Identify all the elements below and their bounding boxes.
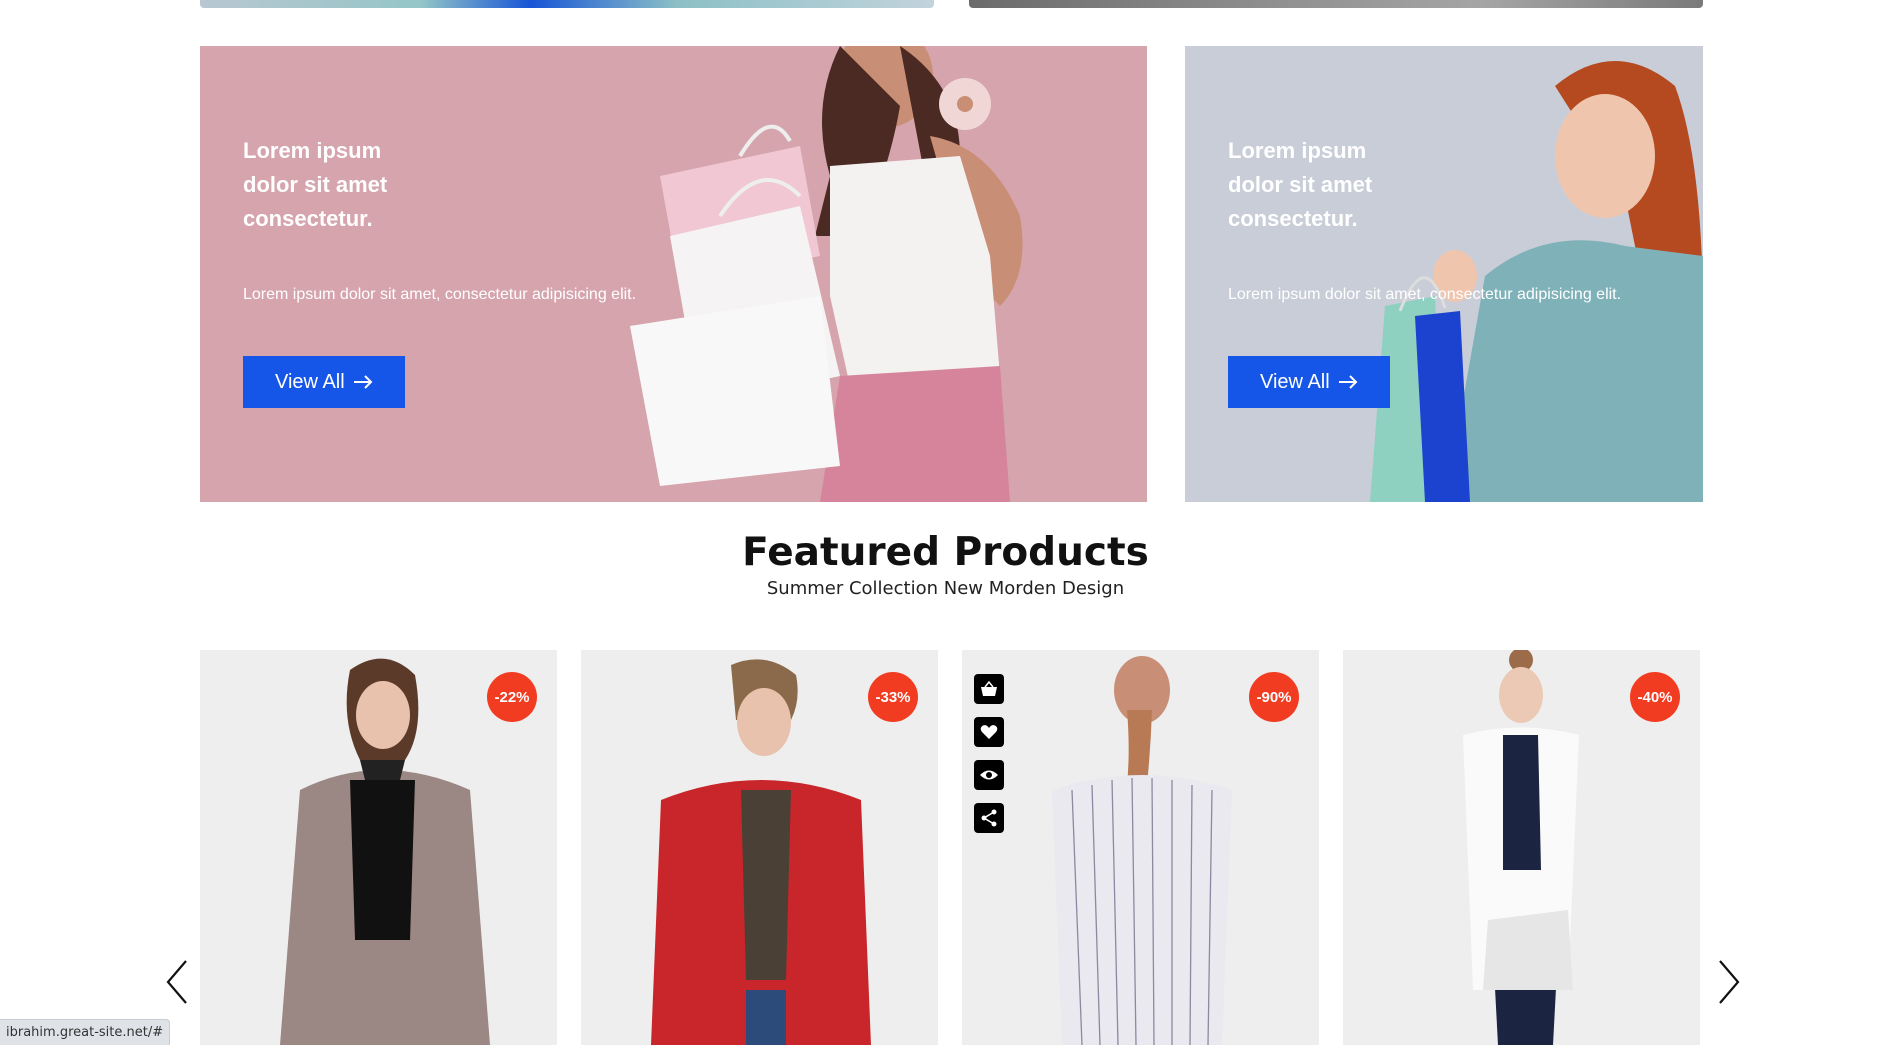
banner-text-block: Lorem ipsum dolor sit amet consectetur. … (243, 134, 636, 408)
banner-description: Lorem ipsum dolor sit amet, consectetur … (243, 286, 637, 303)
banner-title: Lorem ipsum dolor sit amet consectetur. (1228, 138, 1373, 231)
product-card[interactable]: -33% (581, 650, 938, 1045)
carousel-next-arrow[interactable] (1712, 955, 1746, 1009)
product-card[interactable]: -22% (200, 650, 557, 1045)
view-all-button[interactable]: View All (243, 356, 405, 408)
product-card[interactable]: -40% (1343, 650, 1700, 1045)
banner-description: Lorem ipsum dolor sit amet, consectetur … (1228, 286, 1622, 303)
product-card[interactable]: -90% (962, 650, 1319, 1045)
discount-badge: -40% (1630, 672, 1680, 722)
eye-icon[interactable] (974, 760, 1004, 790)
discount-badge: -90% (1249, 672, 1299, 722)
discount-badge: -22% (487, 672, 537, 722)
basket-icon[interactable] (974, 674, 1004, 704)
top-banner-image-left (200, 0, 934, 8)
product-actions (974, 674, 1004, 833)
top-banner-image-right (969, 0, 1703, 8)
promo-banner-pink: Lorem ipsum dolor sit amet consectetur. … (200, 46, 1147, 502)
arrow-right-icon (353, 375, 373, 389)
share-icon[interactable] (974, 803, 1004, 833)
section-title: Featured Products (742, 530, 1149, 575)
page: Lorem ipsum dolor sit amet consectetur. … (0, 0, 1891, 1045)
status-bar-url: ibrahim.great-site.net/# (0, 1019, 171, 1045)
view-all-label: View All (275, 370, 345, 393)
promo-banner-blue: Lorem ipsum dolor sit amet consectetur. … (1185, 46, 1703, 502)
view-all-label: View All (1260, 370, 1330, 393)
banner-text-block: Lorem ipsum dolor sit amet consectetur. … (1228, 134, 1621, 408)
section-subtitle: Summer Collection New Morden Design (766, 578, 1125, 599)
carousel-prev-arrow[interactable] (160, 955, 194, 1009)
discount-badge: -33% (868, 672, 918, 722)
arrow-right-icon (1338, 375, 1358, 389)
view-all-button[interactable]: View All (1228, 356, 1390, 408)
heart-icon[interactable] (974, 717, 1004, 747)
banner-title: Lorem ipsum dolor sit amet consectetur. (243, 138, 388, 231)
